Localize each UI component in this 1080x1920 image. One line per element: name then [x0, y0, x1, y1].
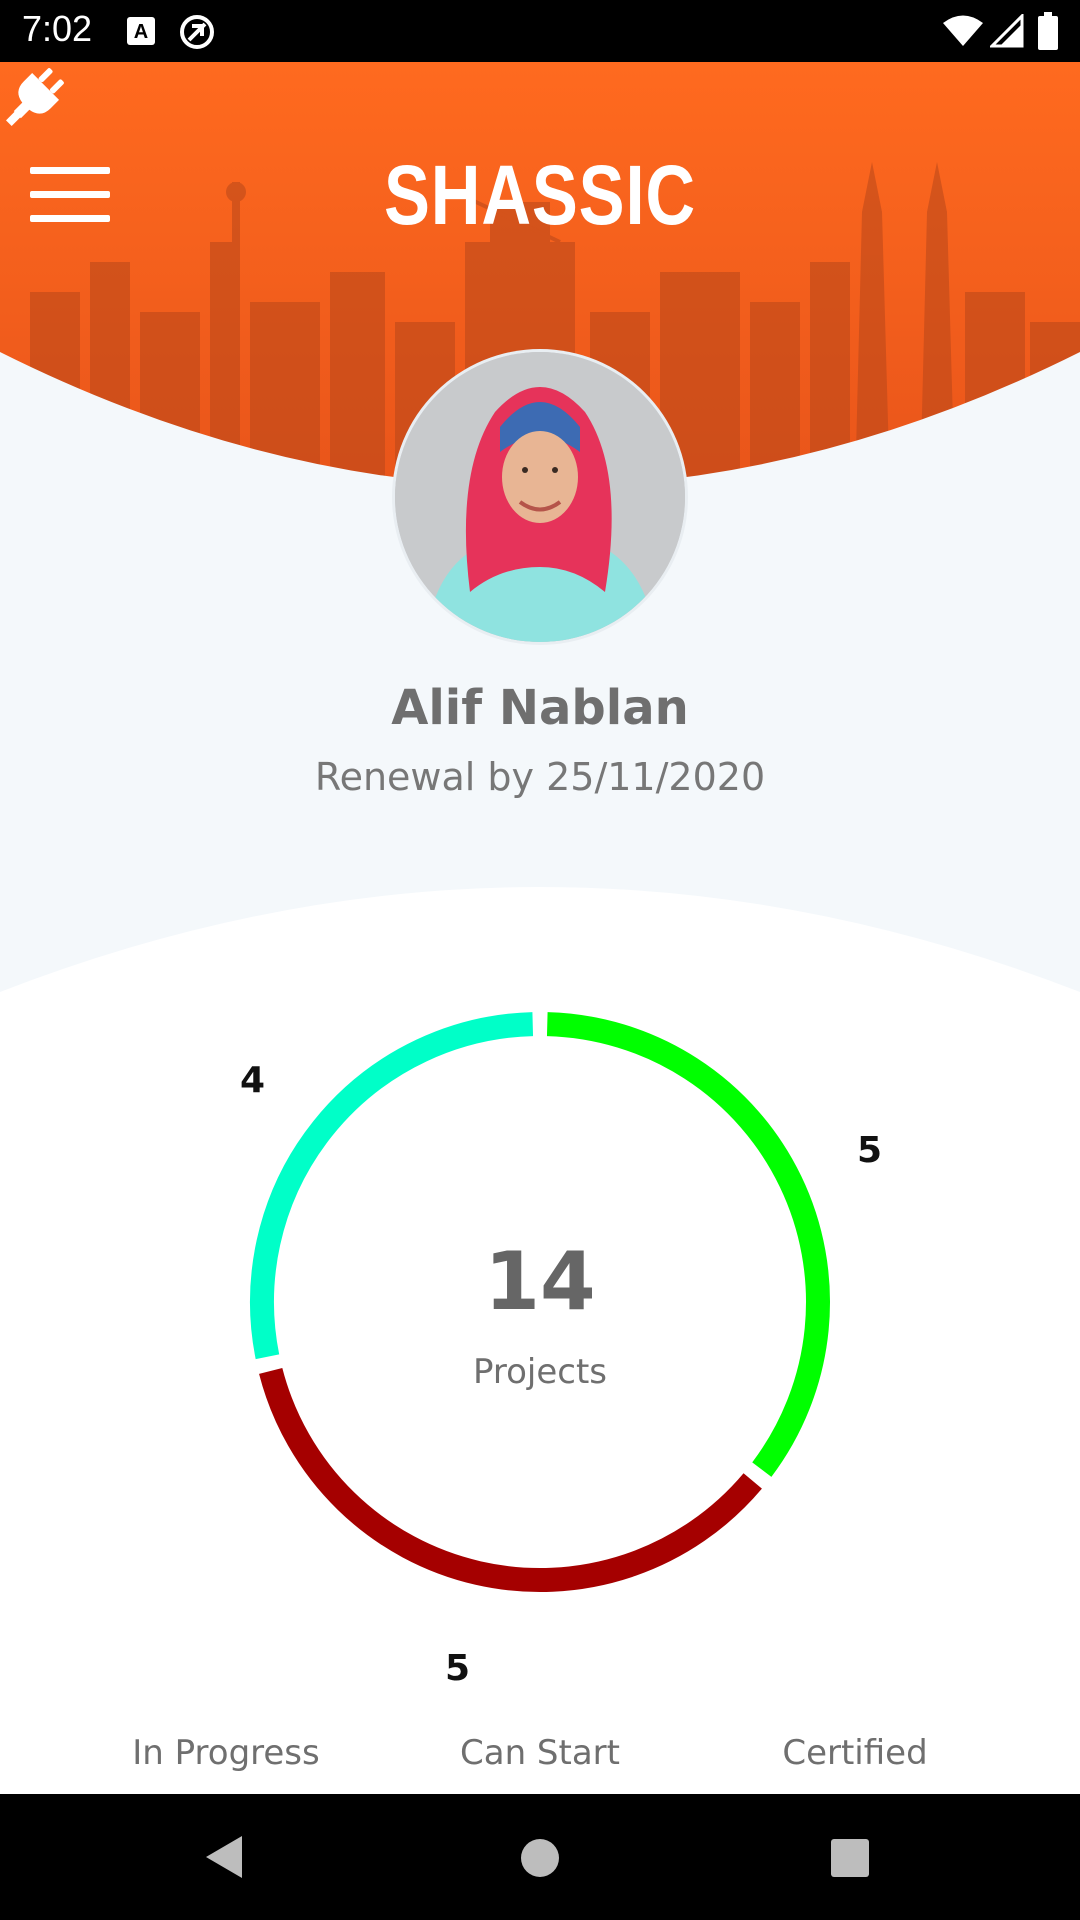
legend-can-start[interactable]: Can Start	[390, 1733, 690, 1773]
legend-certified[interactable]: Certified	[705, 1733, 1005, 1773]
navigation-bar	[0, 1794, 1080, 1920]
can-start-count: 5	[857, 1130, 883, 1171]
certified-count: 5	[445, 1648, 471, 1689]
recents-icon[interactable]	[830, 1838, 870, 1878]
home-icon[interactable]	[520, 1838, 560, 1878]
projects-caption: Projects	[472, 1352, 608, 1392]
projects-total: 14	[484, 1235, 596, 1328]
donut-segment-certified[interactable]	[259, 1367, 762, 1592]
back-icon[interactable]	[204, 1834, 244, 1880]
in-progress-count: 4	[240, 1060, 266, 1101]
projects-donut-chart	[250, 1012, 830, 1592]
legend-in-progress[interactable]: In Progress	[76, 1733, 376, 1773]
